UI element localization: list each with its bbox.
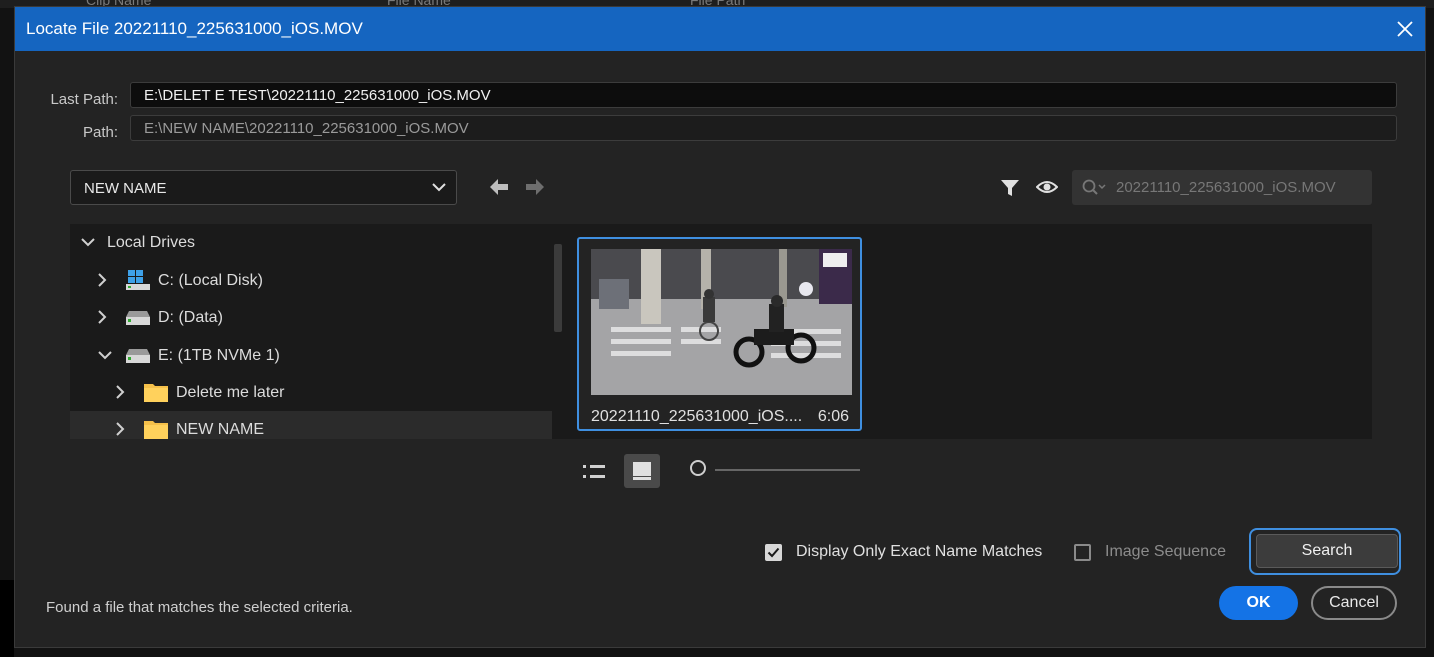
close-icon[interactable] xyxy=(1393,17,1417,41)
folder-tree: Local Drives C: (Local Disk) D: (Data) E… xyxy=(70,224,552,439)
search-button[interactable]: Search xyxy=(1256,534,1398,568)
icon-view-icon xyxy=(633,462,651,480)
last-path-label: Last Path: xyxy=(50,91,118,108)
background-panel xyxy=(0,580,14,657)
tree-item-d-drive[interactable]: D: (Data) xyxy=(70,299,552,335)
drive-icon xyxy=(126,349,150,363)
tree-item-c-drive[interactable]: C: (Local Disk) xyxy=(70,262,552,298)
chevron-down-icon xyxy=(432,183,446,192)
tree-item-local-drives[interactable]: Local Drives xyxy=(70,224,552,260)
tree-item-label: NEW NAME xyxy=(176,421,264,438)
filter-icon[interactable] xyxy=(1000,178,1020,198)
tree-item-label: C: (Local Disk) xyxy=(158,272,263,289)
tree-item-label: Local Drives xyxy=(107,234,196,251)
file-duration: 6:06 xyxy=(817,408,849,425)
path-label: Path: xyxy=(82,124,118,141)
path-field[interactable]: E:\NEW NAME\20221110_225631000_iOS.MOV xyxy=(130,115,1397,141)
dialog-title: Locate File 20221110_225631000_iOS.MOV xyxy=(26,19,363,38)
checkmark-icon xyxy=(767,547,780,558)
file-thumbnail-card[interactable]: 20221110_225631000_iOS.... 6:06 xyxy=(577,237,862,431)
file-name: 20221110_225631000_iOS.... xyxy=(591,408,803,425)
chevron-down-icon[interactable] xyxy=(98,350,112,360)
arrow-right-icon[interactable] xyxy=(524,178,546,196)
zoom-slider-track[interactable] xyxy=(715,469,860,471)
folder-dropdown[interactable]: NEW NAME xyxy=(70,170,457,205)
search-placeholder: 20221110_225631000_iOS.MOV xyxy=(1116,179,1336,196)
video-thumbnail-image xyxy=(591,249,852,395)
zoom-slider-knob[interactable] xyxy=(690,460,706,476)
exact-match-label: Display Only Exact Name Matches xyxy=(796,543,1043,560)
image-sequence-label: Image Sequence xyxy=(1105,543,1226,560)
list-view-button[interactable] xyxy=(576,454,612,488)
icon-view-button[interactable] xyxy=(624,454,660,488)
dialog-titlebar: Locate File 20221110_225631000_iOS.MOV xyxy=(15,7,1425,51)
chevron-right-icon[interactable] xyxy=(97,273,107,287)
tree-item-e-drive[interactable]: E: (1TB NVMe 1) xyxy=(70,337,552,373)
image-sequence-checkbox[interactable] xyxy=(1074,544,1091,561)
chevron-right-icon[interactable] xyxy=(97,310,107,324)
chevron-right-icon[interactable] xyxy=(115,422,125,436)
tree-item-delete-me-later[interactable]: Delete me later xyxy=(70,374,552,410)
drive-icon xyxy=(126,311,150,325)
eye-icon[interactable] xyxy=(1036,179,1058,195)
ok-button[interactable]: OK xyxy=(1219,586,1298,620)
tree-item-label: Delete me later xyxy=(176,384,285,401)
tree-item-new-name[interactable]: NEW NAME xyxy=(70,411,552,439)
tree-item-label: E: (1TB NVMe 1) xyxy=(158,347,280,364)
search-icon xyxy=(1082,179,1106,195)
file-grid: 20221110_225631000_iOS.... 6:06 xyxy=(564,224,1372,439)
cancel-button[interactable]: Cancel xyxy=(1311,586,1397,620)
list-view-icon xyxy=(583,465,605,478)
folder-icon xyxy=(144,384,168,402)
arrow-left-icon[interactable] xyxy=(488,178,510,196)
search-input[interactable]: 20221110_225631000_iOS.MOV xyxy=(1072,170,1372,205)
status-message: Found a file that matches the selected c… xyxy=(46,599,353,616)
tree-scrollbar-thumb[interactable] xyxy=(554,244,562,332)
chevron-down-icon[interactable] xyxy=(81,237,95,247)
exact-match-checkbox[interactable] xyxy=(765,544,782,561)
locate-file-dialog: Locate File 20221110_225631000_iOS.MOV L… xyxy=(14,6,1426,648)
last-path-field[interactable]: E:\DELET E TEST\20221110_225631000_iOS.M… xyxy=(130,82,1397,108)
folder-icon xyxy=(144,421,168,439)
folder-dropdown-value: NEW NAME xyxy=(84,180,167,197)
windows-drive-icon xyxy=(126,270,150,290)
tree-item-label: D: (Data) xyxy=(158,309,223,326)
tree-scrollbar[interactable] xyxy=(552,224,564,439)
chevron-right-icon[interactable] xyxy=(115,385,125,399)
